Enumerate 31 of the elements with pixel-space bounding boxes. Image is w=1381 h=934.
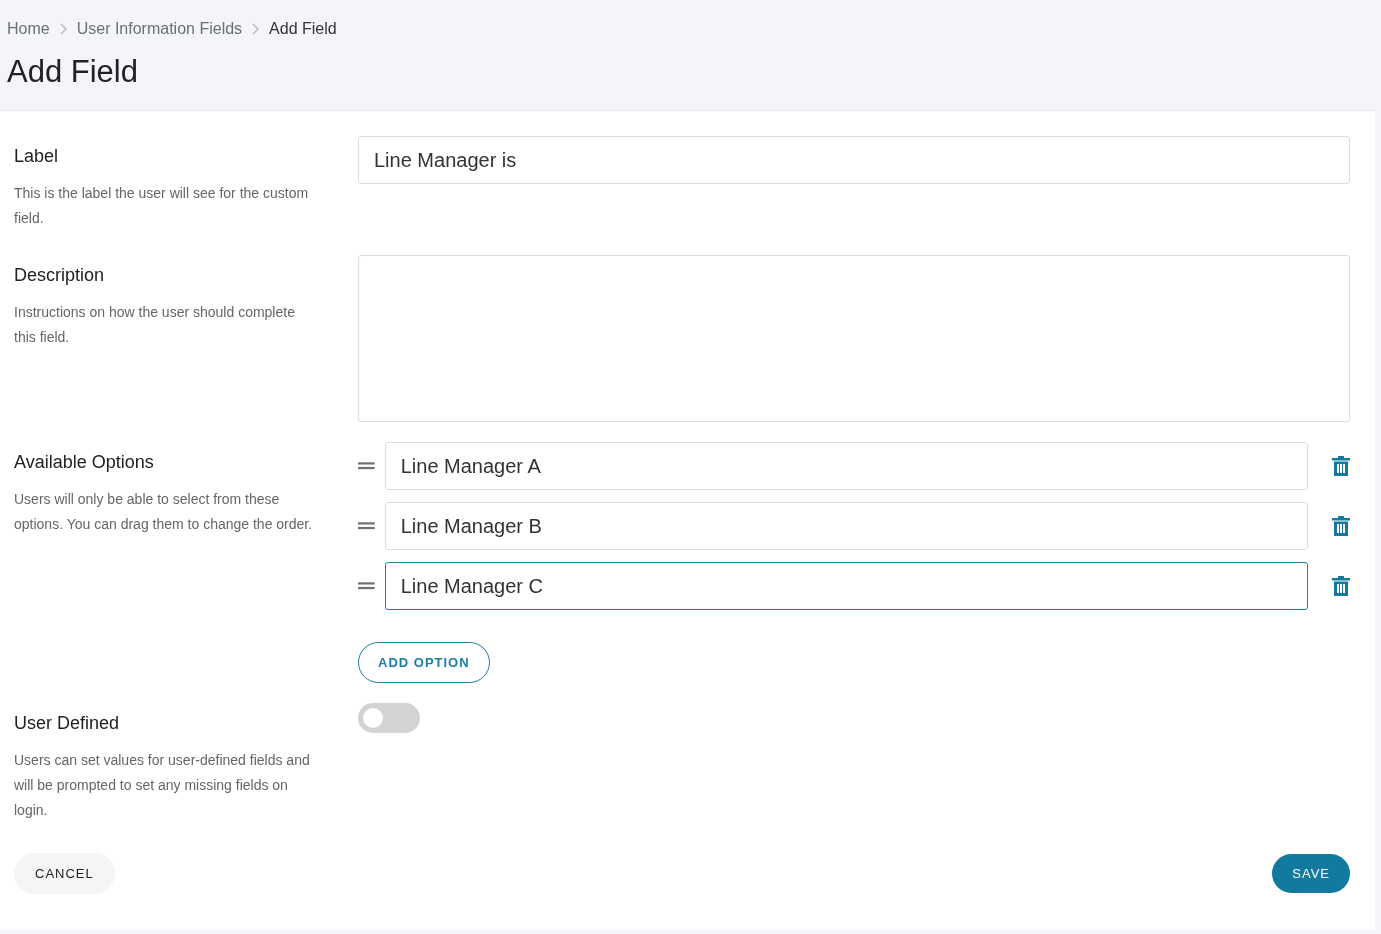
chevron-icon xyxy=(252,23,260,35)
delete-button[interactable] xyxy=(1332,576,1350,596)
breadcrumb-link[interactable]: Home xyxy=(7,20,50,38)
delete-button[interactable] xyxy=(1332,456,1350,476)
section-help: Instructions on how the user should complete this field. xyxy=(14,303,296,347)
section-title: User Defined xyxy=(14,713,121,734)
option-input[interactable]: Line Manager C xyxy=(384,562,1308,610)
save-button[interactable]: SAVE xyxy=(1272,854,1350,893)
trash-icon xyxy=(1332,456,1350,476)
cancel-button[interactable]: CANCEL xyxy=(14,853,115,894)
section-help: Users will only be able to select from these options. You can drag them to change the order. xyxy=(14,490,314,534)
trash-icon xyxy=(1332,516,1350,536)
section-title: Available Options xyxy=(14,452,155,473)
breadcrumb-link[interactable]: User Information Fields xyxy=(76,20,243,38)
option-input[interactable]: Line Manager B xyxy=(384,502,1308,550)
toggle-switch[interactable] xyxy=(358,703,420,733)
drag-handle-icon[interactable] xyxy=(358,462,375,470)
section-help: This is the label the user will see for the custom field. xyxy=(14,184,310,228)
page-title: Add Field xyxy=(7,53,139,91)
delete-button[interactable] xyxy=(1332,516,1350,536)
label-input[interactable]: Line Manager is xyxy=(358,136,1350,184)
drag-handle-icon[interactable] xyxy=(358,522,375,530)
chevron-icon xyxy=(59,23,67,35)
breadcrumb-current: Add Field xyxy=(269,20,337,38)
option-input[interactable]: Line Manager A xyxy=(384,442,1308,490)
section-title: Label xyxy=(14,146,60,167)
section-help: Users can set values for user-defined fields and will be prompted to set any missing fields on login. xyxy=(14,751,311,820)
add-option-button[interactable]: ADD OPTION xyxy=(358,642,490,683)
drag-handle-icon[interactable] xyxy=(358,582,375,590)
section-title: Description xyxy=(14,265,106,286)
trash-icon xyxy=(1332,576,1350,596)
